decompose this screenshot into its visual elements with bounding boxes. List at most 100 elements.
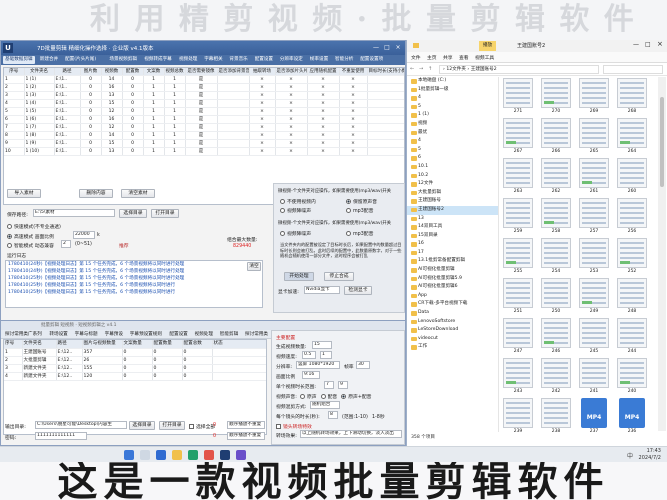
- table-row[interactable]: 10 1 (10) E:\1.. 0 13 0 1 1 是 × × × ×: [4, 147, 404, 157]
- app-red-icon[interactable]: [204, 450, 214, 460]
- forward-arrow-icon[interactable]: →: [419, 66, 423, 72]
- column-header[interactable]: 状态: [212, 340, 266, 349]
- video-thumbnail[interactable]: 255: [501, 238, 535, 276]
- video-thumbnail[interactable]: MP4 236: [615, 398, 649, 432]
- video-thumbnail[interactable]: 241: [577, 358, 611, 396]
- video-thumbnail[interactable]: 261: [577, 158, 611, 196]
- table-row[interactable]: 2 大批量剪辑 E:\12.. 26 0 0 0: [4, 356, 266, 365]
- ratio-input[interactable]: 22000: [73, 231, 95, 239]
- transition-checkbox[interactable]: 镜头转场特效: [276, 423, 312, 430]
- tab-6[interactable]: 字幕相关: [202, 56, 224, 64]
- nav-folder[interactable]: Data: [407, 309, 498, 318]
- option-denoise-2[interactable]: 视频降噪声: [280, 230, 311, 237]
- column-header[interactable]: 抽取转场: [249, 68, 276, 77]
- password-input[interactable]: 1111111111111: [35, 432, 87, 440]
- video-thumbnail[interactable]: 263: [501, 158, 535, 196]
- video-thumbnail[interactable]: 265: [577, 118, 611, 156]
- tab-1[interactable]: 新建合并: [38, 56, 60, 64]
- count-input[interactable]: 2: [61, 240, 71, 248]
- column-header[interactable]: 图片数: [80, 68, 102, 77]
- video-thumbnail[interactable]: 243: [501, 358, 535, 396]
- column-header[interactable]: 图片与视频数量: [82, 340, 123, 349]
- video-thumbnail[interactable]: 244: [615, 318, 649, 356]
- tab-11[interactable]: 智能分析: [333, 56, 355, 64]
- nav-folder[interactable]: 10.1: [407, 163, 498, 172]
- video-thumbnail[interactable]: 239: [501, 398, 535, 432]
- batch-tab-4[interactable]: 字幕预设置规则: [130, 331, 162, 338]
- mode-fast-option[interactable]: 快速模式(不专业通透): [7, 223, 61, 230]
- video-thumbnail[interactable]: 238: [539, 398, 573, 432]
- tab-7[interactable]: 背景音乐: [227, 56, 249, 64]
- close-icon[interactable]: ×: [657, 40, 663, 48]
- column-header[interactable]: 是否添加背景音乐: [217, 68, 250, 77]
- gen-count-input[interactable]: 15: [312, 341, 332, 349]
- nav-folder[interactable]: 4: [407, 137, 498, 146]
- video-thumbnail[interactable]: 248: [615, 278, 649, 316]
- nav-folder[interactable]: 12文件: [407, 180, 498, 189]
- video-thumbnail[interactable]: 268: [615, 78, 649, 116]
- nav-folder[interactable]: 5: [407, 103, 498, 112]
- explorer-scrollbar[interactable]: [658, 77, 666, 431]
- voice-option[interactable]: 原声: [300, 394, 317, 400]
- clear-material-button[interactable]: 清空素材: [121, 189, 155, 198]
- back-arrow-icon[interactable]: ←: [410, 66, 414, 72]
- table-row[interactable]: 91 (9) E:\1.. 0 15 0 1 1 是 × × × ×: [4, 139, 404, 149]
- column-header[interactable]: 配置数量: [152, 340, 183, 349]
- nav-folder[interactable]: App: [407, 292, 498, 301]
- ribbon-tab[interactable]: 查看: [459, 54, 469, 61]
- video-thumbnail[interactable]: 271: [501, 78, 535, 116]
- nav-folder[interactable]: 1批量剪辑一级: [407, 86, 498, 95]
- output-select-button[interactable]: 选择目录: [129, 421, 155, 430]
- table-row[interactable]: 1 王建国账号 E:\12.. 357 0 0 0: [4, 348, 266, 357]
- fps-input[interactable]: 30: [356, 361, 370, 369]
- nav-folder[interactable]: 6: [407, 154, 498, 163]
- edge-icon[interactable]: [156, 450, 166, 460]
- nav-folder[interactable]: AI可视化批量剪辑5.9: [407, 275, 498, 284]
- table-row[interactable]: 41 (4) E:\1.. 0 15 0 1 1 是 × × × ×: [4, 99, 404, 109]
- mode-smart-option[interactable]: 智能模式 动态兼容: [7, 242, 54, 249]
- option-no-video[interactable]: 不使用视频内: [280, 198, 316, 205]
- nav-folder[interactable]: AI可视化批量剪辑6: [407, 283, 498, 292]
- stop-compose-button[interactable]: 停止合成: [324, 272, 354, 281]
- mode-high-option[interactable]: 高速模式 画面比例: [7, 233, 54, 240]
- column-header[interactable]: 是否添加片头片尾: [275, 68, 308, 77]
- nav-folder[interactable]: 5: [407, 146, 498, 155]
- voice-option[interactable]: 原声+配音: [341, 394, 371, 400]
- option-mp3[interactable]: mp3配音: [346, 207, 373, 214]
- clock[interactable]: 17:43 2024/7/2: [639, 448, 661, 461]
- table-row[interactable]: 61 (6) E:\1.. 0 16 0 1 1 是 × × × ×: [4, 115, 404, 125]
- start-icon[interactable]: [124, 450, 134, 460]
- nav-folder[interactable]: 16: [407, 240, 498, 249]
- column-header[interactable]: 配置总数: [182, 340, 213, 349]
- nav-folder[interactable]: 13: [407, 215, 498, 224]
- tab-0[interactable]: 基础数据剪辑: [3, 56, 35, 64]
- voice-option[interactable]: 配音: [320, 394, 337, 400]
- editor-app-icon[interactable]: [220, 450, 230, 460]
- nav-folder[interactable]: 1 (1): [407, 111, 498, 120]
- column-header[interactable]: 目标时长(支持小数): [367, 68, 404, 77]
- app-purple-icon[interactable]: [236, 450, 246, 460]
- ribbon-tab[interactable]: 主页: [427, 54, 437, 61]
- video-tools-tab[interactable]: 视频工具: [475, 54, 494, 61]
- video-thumbnail[interactable]: 246: [539, 318, 573, 356]
- explorer-search-input[interactable]: [603, 65, 663, 74]
- nav-folder[interactable]: 10.2: [407, 172, 498, 181]
- video-thumbnail[interactable]: 242: [539, 358, 573, 396]
- output-dir-input[interactable]: C:\Users\朋星可能\Desktop\内容生: [35, 421, 127, 429]
- shot-duration-input[interactable]: 8: [328, 411, 338, 419]
- minimize-icon[interactable]: —: [371, 43, 381, 52]
- app-green-icon[interactable]: [188, 450, 198, 460]
- import-material-button[interactable]: 导入素材: [7, 189, 41, 198]
- nav-folder[interactable]: AI可视化批量剪辑: [407, 266, 498, 275]
- start-process-button[interactable]: 开始处理: [284, 272, 314, 281]
- path-box[interactable]: › 12文件夹 › 王建国账号2: [439, 65, 599, 74]
- column-header[interactable]: 视频总数: [164, 68, 186, 77]
- save-path-input[interactable]: E:\5\素材: [33, 209, 115, 217]
- column-header[interactable]: 文案数: [143, 68, 165, 77]
- video-thumbnail[interactable]: 240: [615, 358, 649, 396]
- table-row[interactable]: 4 新建文件夹 E:\12.. 120 0 0 0: [4, 372, 266, 381]
- video-thumbnail[interactable]: 252: [615, 238, 649, 276]
- voice-options[interactable]: 原声 配音 原声+配音: [300, 393, 375, 400]
- video-thumbnail[interactable]: 266: [539, 118, 573, 156]
- nav-folder[interactable]: 4: [407, 94, 498, 103]
